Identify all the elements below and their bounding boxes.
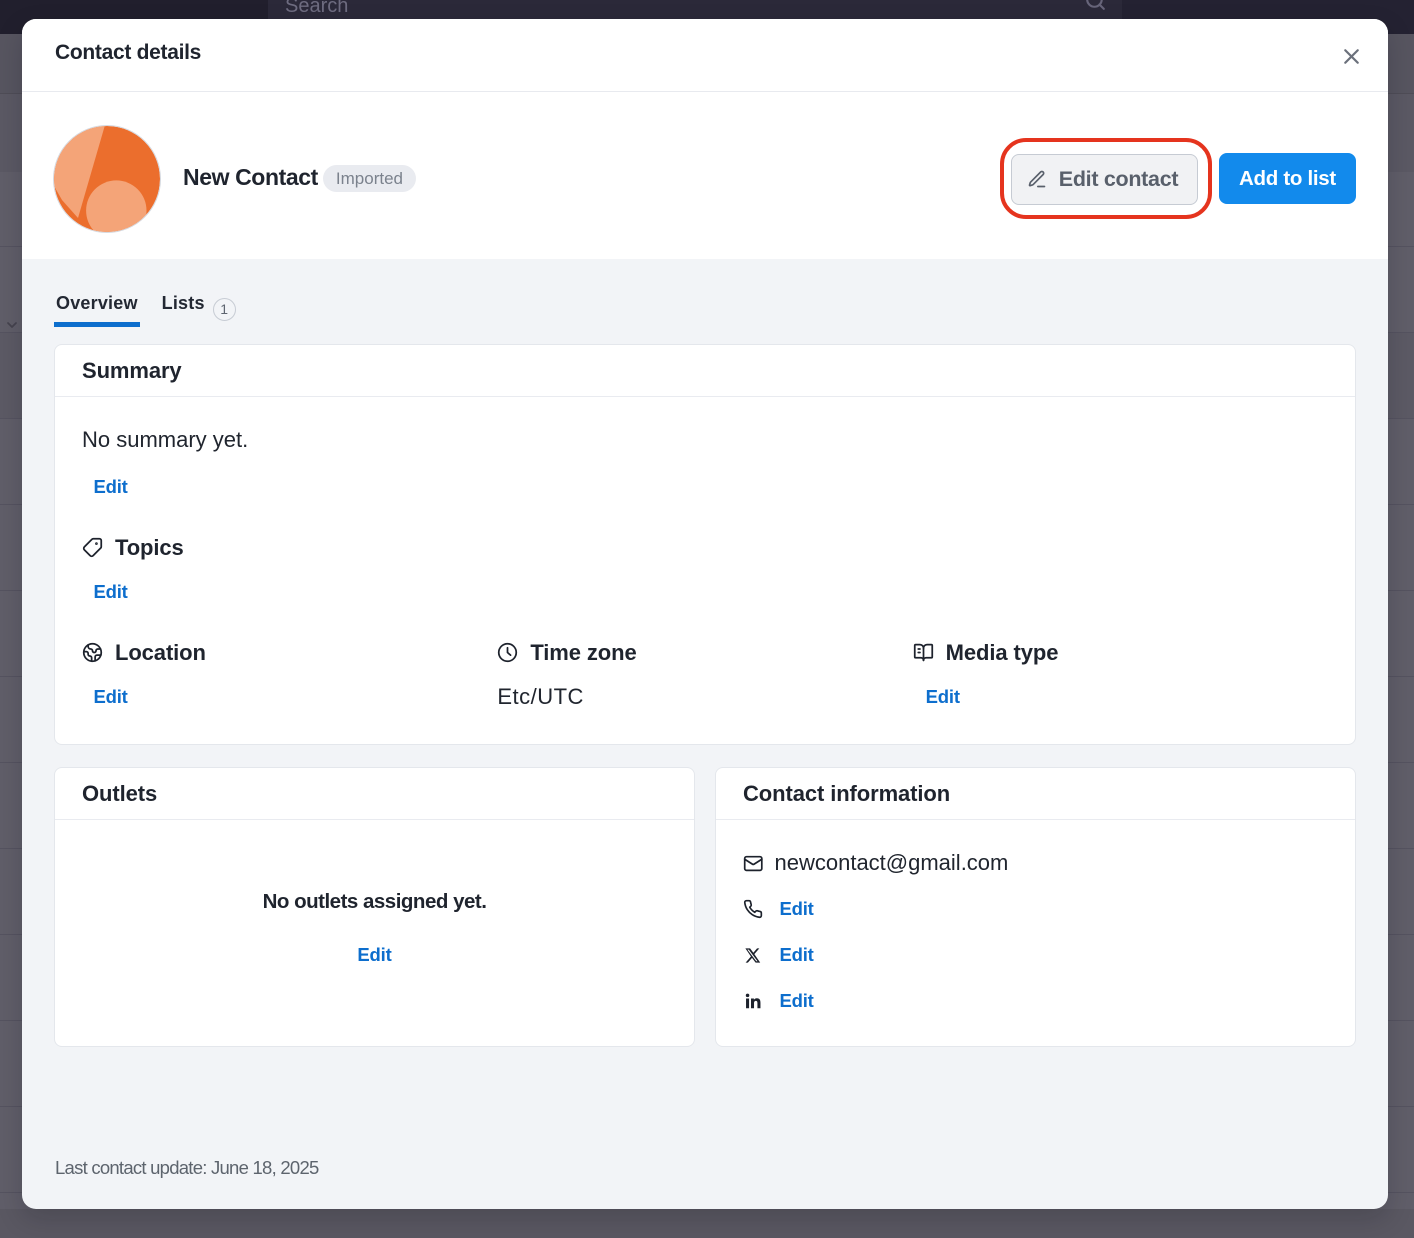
last-update-text: Last contact update: June 18, 2025 (55, 1157, 319, 1178)
location-edit-link[interactable]: Edit (94, 685, 128, 709)
dimmed-content-band (0, 1209, 1414, 1238)
mail-icon (743, 853, 764, 874)
search-placeholder: Search (268, 0, 1122, 21)
outlets-card: Outlets No outlets assigned yet. Edit (54, 767, 695, 1047)
globe-icon (82, 642, 103, 663)
close-icon (1339, 44, 1364, 69)
contact-information-card-header: Contact information (716, 768, 1355, 820)
phone-row: Edit (743, 895, 1329, 923)
location-column: Location Edit (82, 639, 497, 709)
summary-card-body: No summary yet. Edit Topics Edit Locatio… (55, 397, 1355, 744)
outlets-card-title: Outlets (82, 781, 157, 807)
email-value: newcontact@gmail.com (775, 850, 1009, 876)
contact-information-card-body: newcontact@gmail.com Edit Edit (716, 820, 1355, 1015)
phone-edit-link[interactable]: Edit (780, 897, 814, 921)
media-type-column: Media type Edit (913, 639, 1328, 709)
summary-card: Summary No summary yet. Edit Topics Edit… (54, 344, 1356, 745)
outlets-card-header: Outlets (55, 768, 694, 820)
media-type-label: Media type (946, 640, 1059, 666)
location-section-header: Location (82, 639, 497, 666)
linkedin-row: Edit (743, 987, 1329, 1015)
topics-label: Topics (115, 535, 184, 561)
tab-lists[interactable]: Lists 1 (160, 287, 238, 327)
outlets-empty-text: No outlets assigned yet. (263, 890, 487, 914)
linkedin-edit-link[interactable]: Edit (780, 989, 814, 1013)
close-button[interactable] (1333, 38, 1369, 74)
x-edit-link[interactable]: Edit (780, 943, 814, 967)
summary-card-title: Summary (82, 358, 182, 384)
edit-contact-label: Edit contact (1059, 167, 1178, 192)
media-type-edit-link[interactable]: Edit (926, 685, 960, 709)
topics-section-header: Topics (82, 534, 1328, 561)
tab-overview-label: Overview (56, 293, 138, 313)
tab-overview[interactable]: Overview (54, 287, 140, 327)
x-social-icon (743, 946, 764, 965)
contact-name: New Contact (183, 164, 318, 191)
modal-header: Contact details (22, 19, 1388, 92)
summary-edit-link[interactable]: Edit (94, 475, 128, 499)
annotation-highlight-ring: Edit contact (1000, 138, 1212, 219)
tab-bar: Overview Lists 1 (54, 287, 1356, 327)
location-label: Location (115, 640, 206, 666)
tab-lists-count-badge: 1 (213, 298, 236, 321)
imported-badge: Imported (323, 165, 416, 192)
search-icon (1083, 0, 1108, 13)
modal-footer: Last contact update: June 18, 2025 (54, 1157, 1356, 1209)
global-search-input: Search (268, 0, 1122, 21)
timezone-value: Etc/UTC (497, 685, 912, 709)
tag-icon (82, 537, 103, 558)
outlets-edit-link[interactable]: Edit (357, 943, 391, 967)
timezone-label: Time zone (530, 640, 636, 666)
contact-information-card-title: Contact information (743, 781, 950, 807)
clock-icon (497, 642, 518, 663)
topics-edit-link[interactable]: Edit (94, 580, 128, 604)
contact-information-card: Contact information newcontact@gmail.com… (715, 767, 1356, 1047)
modal-body: Overview Lists 1 Summary No summary yet.… (22, 259, 1388, 1209)
outlets-card-body: No outlets assigned yet. Edit (55, 820, 694, 1046)
phone-icon (743, 899, 764, 919)
pencil-icon (1027, 169, 1047, 189)
edit-contact-button[interactable]: Edit contact (1011, 154, 1198, 206)
x-row: Edit (743, 941, 1329, 969)
summary-empty-text: No summary yet. (82, 428, 1328, 452)
summary-card-header: Summary (55, 345, 1355, 397)
linkedin-icon (743, 990, 764, 1012)
modal-title: Contact details (55, 41, 1333, 65)
tab-lists-label: Lists (162, 293, 205, 313)
add-to-list-button[interactable]: Add to list (1219, 153, 1356, 205)
timezone-column: Time zone Etc/UTC (497, 639, 912, 709)
email-row: newcontact@gmail.com (743, 849, 1329, 877)
contact-details-modal: Contact details New Contact Imported Edi… (22, 19, 1388, 1209)
timezone-section-header: Time zone (497, 639, 912, 666)
media-type-section-header: Media type (913, 639, 1328, 666)
media-type-icon (913, 642, 934, 663)
chevron-down-icon (4, 317, 20, 333)
contact-hero: New Contact Imported Edit contact Add to… (22, 92, 1388, 259)
avatar (54, 126, 160, 232)
